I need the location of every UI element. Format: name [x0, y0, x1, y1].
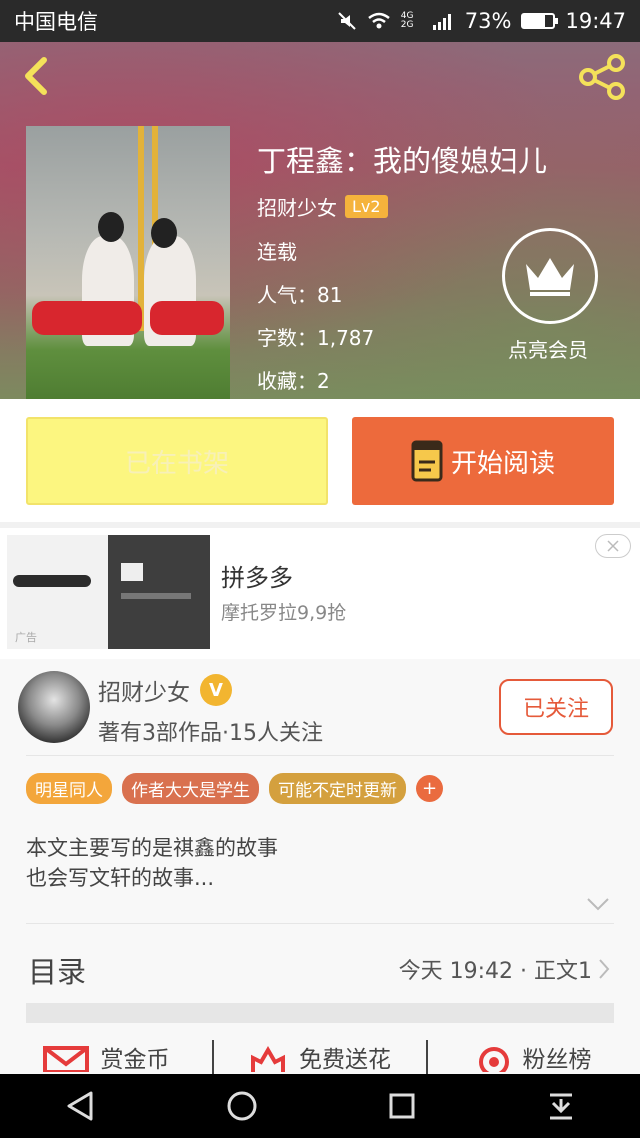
ad-title[interactable]: 拼多多 [221, 558, 293, 593]
divider [26, 755, 614, 756]
home-circle-icon[interactable] [226, 1090, 258, 1122]
fan-ranking-button[interactable]: 粉丝榜 [428, 1040, 640, 1074]
close-icon [607, 540, 619, 552]
description-line: 本文主要写的是祺鑫的故事 [26, 836, 278, 860]
battery-icon [521, 13, 559, 29]
book-popularity: 人气：81 [257, 283, 343, 307]
ad-image[interactable]: 广告 [7, 535, 210, 649]
back-triangle-icon[interactable] [65, 1090, 95, 1122]
author-section: 招财少女 V 著有3部作品·15人关注 已关注 明星同人 作者大大是学生 可能不… [0, 659, 640, 1138]
battery-fill [523, 15, 546, 27]
book-icon [411, 440, 443, 482]
book-header: 丁程鑫：我的傻媳妇儿 招财少女 Lv2 连载 人气：81 字数：1,787 收藏… [0, 42, 640, 399]
wifi-icon [368, 12, 390, 29]
carrier-label: 中国电信 [14, 10, 98, 34]
tag-item[interactable]: 可能不定时更新 [269, 773, 406, 804]
author-name[interactable]: 招财少女 [98, 673, 190, 707]
follow-button[interactable]: 已关注 [499, 679, 613, 735]
tag-item[interactable]: 作者大大是学生 [122, 773, 259, 804]
book-author-line[interactable]: 招财少女 Lv2 [257, 192, 388, 221]
description-line: 也会写文轩的故事... [26, 866, 215, 890]
book-title: 丁程鑫：我的傻媳妇儿 [257, 144, 548, 178]
author-name-row[interactable]: 招财少女 V [98, 673, 232, 707]
system-nav-bar [0, 1074, 640, 1138]
network-type-label: 4G 2G [400, 11, 414, 30]
tag-list: 明星同人 作者大大是学生 可能不定时更新 + [26, 773, 443, 804]
signal-icon [432, 14, 451, 30]
chevron-down-icon[interactable] [586, 897, 610, 911]
chevron-right-icon [599, 959, 610, 979]
start-reading-button[interactable]: 开始阅读 [352, 417, 614, 505]
action-buttons: 已在书架 开始阅读 [0, 399, 640, 522]
book-favorites: 收藏：2 [257, 369, 330, 393]
crown-icon [526, 258, 574, 296]
book-status: 连载 [257, 240, 297, 264]
bottom-actions: 赏金币 免费送花 粉丝榜 [0, 1039, 640, 1075]
add-tag-button[interactable]: + [416, 775, 443, 802]
on-shelf-button[interactable]: 已在书架 [26, 417, 328, 505]
recents-square-icon[interactable] [388, 1092, 416, 1120]
section-separator [26, 1003, 614, 1023]
book-cover-image[interactable] [26, 126, 230, 399]
vip-label[interactable]: 点亮会员 [508, 334, 588, 363]
battery-percent: 73% [464, 9, 512, 33]
reward-coins-label: 赏金币 [100, 1047, 170, 1073]
level-badge: Lv2 [345, 195, 388, 218]
vip-button[interactable] [502, 228, 598, 324]
send-flower-button[interactable]: 免费送花 [214, 1040, 428, 1074]
send-flower-label: 免费送花 [299, 1047, 391, 1073]
book-description[interactable]: 本文主要写的是祺鑫的故事 也会写文轩的故事... [26, 833, 278, 893]
tag-item[interactable]: 明星同人 [26, 773, 112, 804]
ad-close-button[interactable] [595, 534, 631, 558]
toc-latest[interactable]: 今天 19:42 · 正文1 [399, 953, 610, 985]
ad-subtitle[interactable]: 摩托罗拉9,9抢 [221, 598, 346, 625]
clock: 19:47 [565, 9, 626, 33]
flower-icon [251, 1046, 285, 1072]
notification-pull-icon[interactable] [547, 1091, 575, 1121]
divider [26, 923, 614, 924]
ad-badge: 广告 [15, 631, 37, 644]
ranking-icon [478, 1047, 509, 1072]
envelope-icon [42, 1046, 89, 1072]
ad-banner[interactable]: 广告 拼多多 摩托罗拉9,9抢 [0, 522, 640, 659]
mute-icon [338, 12, 356, 30]
avatar[interactable] [18, 671, 90, 743]
toc-latest-chapter: 今天 19:42 · 正文1 [398, 959, 592, 984]
fan-ranking-label: 粉丝榜 [522, 1047, 592, 1073]
book-word-count: 字数：1,787 [257, 326, 375, 350]
reward-coins-button[interactable]: 赏金币 [0, 1040, 214, 1074]
book-author[interactable]: 招财少女 [257, 192, 337, 221]
back-arrow-icon[interactable] [18, 56, 52, 96]
toc-label[interactable]: 目录 [28, 949, 86, 991]
share-icon[interactable] [578, 54, 628, 100]
author-stats: 著有3部作品·15人关注 [98, 721, 323, 746]
verified-badge-icon: V [200, 674, 232, 706]
start-reading-label: 开始阅读 [450, 448, 555, 479]
status-bar: 中国电信 4G 2G 73% 19:47 [0, 0, 640, 42]
